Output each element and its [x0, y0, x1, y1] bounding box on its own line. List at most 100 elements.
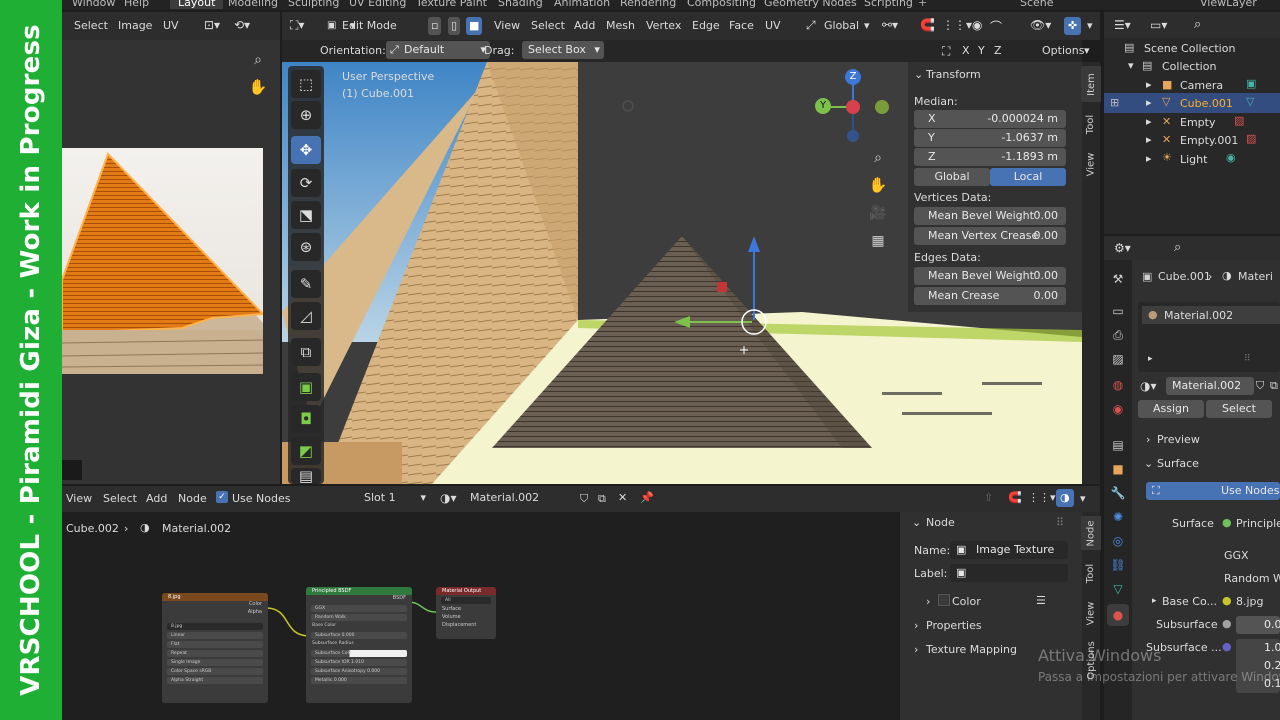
color-space-dropdown[interactable]: Color Space sRGB: [167, 668, 263, 675]
distribution-dropdown[interactable]: GGX: [1224, 549, 1249, 562]
cursor-tool-icon[interactable]: ⊕: [291, 101, 321, 129]
snap-icon[interactable]: 🧲: [1008, 491, 1022, 504]
axis-y-toggle[interactable]: Y: [978, 44, 985, 57]
image-texture-node[interactable]: 8.jpg Color Alpha 8.jpg Linear Flat Repe…: [162, 593, 268, 703]
bsdf-distribution[interactable]: GGX: [311, 605, 407, 612]
hand-icon[interactable]: ✋: [246, 76, 270, 98]
outliner-row-empty[interactable]: ▸ ✕ Empty ▨: [1104, 112, 1280, 132]
assign-button[interactable]: Assign: [1138, 400, 1204, 418]
visibility-icon[interactable]: 👁▾: [1030, 18, 1051, 32]
outliner-row-scene-collection[interactable]: ▤ Scene Collection: [1104, 38, 1280, 58]
workspace-tab-6[interactable]: Animation: [554, 0, 610, 9]
render-tab-icon[interactable]: ▭: [1108, 302, 1128, 320]
workspace-tab-5[interactable]: Shading: [498, 0, 543, 9]
tool-tab-icon[interactable]: ⚒: [1108, 270, 1128, 288]
material-browse-icon[interactable]: ◑▾: [1140, 379, 1157, 393]
chevron-down-icon[interactable]: ▾: [1087, 19, 1093, 32]
bsdf-subsurface-color[interactable]: Subsurface Colo: [311, 650, 407, 657]
material-output-node[interactable]: Material Output All Surface Volume Displ…: [436, 587, 496, 639]
pivot-icon[interactable]: ⊡▾: [204, 18, 220, 32]
outliner-row-collection[interactable]: ▾ ▤ Collection: [1104, 56, 1280, 76]
navigation-gizmo[interactable]: Z Y: [810, 68, 890, 148]
vertex-select-button[interactable]: ▫: [428, 17, 442, 35]
drag-dropdown[interactable]: Select Box ▾: [522, 41, 604, 59]
grid-view-icon[interactable]: ▦: [866, 230, 890, 252]
face-select-button[interactable]: ■: [466, 17, 483, 35]
edge-select-button[interactable]: ▯: [448, 17, 461, 35]
orientation-dropdown[interactable]: ⤢ Default ▾: [386, 41, 490, 59]
interpolation-dropdown[interactable]: Linear: [167, 632, 263, 639]
workspace-tab-7[interactable]: Rendering: [620, 0, 676, 9]
snap-target-icon[interactable]: ⋮⋮▾: [1028, 491, 1056, 504]
surface-shader-value[interactable]: Principled: [1236, 517, 1280, 530]
move-tool-icon[interactable]: ✥: [291, 136, 321, 164]
global-toggle[interactable]: Global: [914, 168, 990, 186]
snap-icon[interactable]: 🧲: [920, 18, 935, 32]
node-menu-add[interactable]: Add: [146, 492, 167, 505]
chevron-right-icon[interactable]: ▸: [1146, 152, 1152, 165]
measure-tool-icon[interactable]: ◿: [291, 302, 321, 330]
chevron-right-icon[interactable]: ›: [914, 619, 918, 632]
outliner-row-light[interactable]: ▸ ☀ Light ◉: [1104, 149, 1280, 169]
drag-handle-icon[interactable]: ⠿: [1056, 516, 1064, 529]
object-tab-icon[interactable]: ■: [1108, 460, 1128, 478]
bsdf-subsurface[interactable]: Subsurface 0.000: [311, 632, 407, 639]
output-tab-icon[interactable]: ⎙: [1108, 326, 1128, 344]
chevron-down-icon[interactable]: ⌄: [914, 68, 923, 81]
image-menu-select[interactable]: Select: [74, 19, 108, 32]
chevron-down-icon[interactable]: ▾: [864, 19, 870, 32]
median-x-field[interactable]: X -0.000024 m: [914, 110, 1066, 128]
axis-z-toggle[interactable]: Z: [994, 44, 1002, 57]
falloff-icon[interactable]: ⌒: [990, 18, 1002, 35]
workspace-tab-3[interactable]: UV Editing: [349, 0, 406, 9]
tab-node-view[interactable]: View: [1081, 596, 1101, 630]
outliner-editor-icon[interactable]: ☰▾: [1114, 18, 1131, 32]
outliner-row-camera[interactable]: ▸ ■ Camera ▣: [1104, 75, 1280, 95]
bevel-tool-icon[interactable]: ◩: [291, 437, 321, 465]
use-nodes-button[interactable]: ⛶ Use Nodes: [1146, 482, 1280, 500]
duplicate-icon[interactable]: ⧉: [1270, 379, 1278, 393]
proportional-edit-icon[interactable]: ◉: [972, 18, 982, 32]
overlay-toggle-icon[interactable]: ◑: [1056, 489, 1074, 507]
tab-node-tool[interactable]: Tool: [1081, 556, 1101, 590]
chevron-down-icon[interactable]: ▾: [1128, 59, 1134, 72]
workspace-tab-2[interactable]: Sculpting: [288, 0, 339, 9]
snap-target-icon[interactable]: ⋮⋮▾: [942, 18, 972, 32]
chevron-right-icon[interactable]: ▸: [1148, 354, 1153, 364]
edit-mode-icon[interactable]: ⊞: [1110, 96, 1119, 109]
menu-select[interactable]: Select: [531, 19, 565, 32]
texture-mapping-section[interactable]: Texture Mapping: [926, 643, 1017, 656]
rotate-tool-icon[interactable]: ⟳: [291, 169, 321, 197]
chevron-right-icon[interactable]: ▸: [1152, 596, 1157, 606]
bsdf-subsurface-anisotropy[interactable]: Subsurface Anisotropy 0.000: [311, 668, 407, 675]
scene-tab-icon[interactable]: ◍: [1108, 376, 1128, 394]
tab-node[interactable]: Node: [1081, 516, 1101, 550]
bsdf-subsurface-ior[interactable]: Subsurface IOR 1.010: [311, 659, 407, 666]
collection-tab-icon[interactable]: ▤: [1108, 436, 1128, 454]
principled-bsdf-node[interactable]: Principled BSDF BSDF GGX Random Walk Bas…: [306, 587, 412, 703]
modifier-tab-icon[interactable]: 🔧: [1108, 484, 1128, 502]
display-mode-icon[interactable]: ▭▾: [1150, 18, 1167, 32]
pivot-icon[interactable]: ⚯▾: [882, 18, 898, 32]
color-section[interactable]: Color: [952, 595, 981, 608]
color-checkbox[interactable]: [938, 594, 950, 606]
node-name-field[interactable]: ▣ Image Texture: [950, 541, 1068, 559]
edge-crease-field[interactable]: Mean Crease 0.00: [914, 287, 1066, 305]
vertex-bevel-weight-field[interactable]: Mean Bevel Weight 0.00: [914, 207, 1066, 225]
chevron-right-icon[interactable]: ›: [926, 595, 930, 608]
base-color-value[interactable]: 8.jpg: [1236, 595, 1264, 608]
projection-dropdown[interactable]: Flat: [167, 641, 263, 648]
world-tab-icon[interactable]: ◉: [1108, 400, 1128, 418]
workspace-tab-0[interactable]: Layout: [170, 0, 224, 9]
properties-section[interactable]: Properties: [926, 619, 982, 632]
image-menu-uv[interactable]: UV: [163, 19, 179, 32]
menu-add[interactable]: Add: [574, 19, 595, 32]
vertex-crease-field[interactable]: Mean Vertex Crease 0.00: [914, 227, 1066, 245]
workspace-tab-9[interactable]: Geometry Nodes: [764, 0, 857, 9]
edge-bevel-weight-field[interactable]: Mean Bevel Weight 0.00: [914, 267, 1066, 285]
outliner-row-empty-001[interactable]: ▸ ✕ Empty.001 ▨: [1104, 130, 1280, 150]
tab-view[interactable]: View: [1081, 146, 1101, 182]
search-icon[interactable]: ⌕: [1194, 17, 1201, 32]
node-menu-node[interactable]: Node: [178, 492, 207, 505]
fake-user-icon[interactable]: ⛉: [1256, 379, 1264, 393]
